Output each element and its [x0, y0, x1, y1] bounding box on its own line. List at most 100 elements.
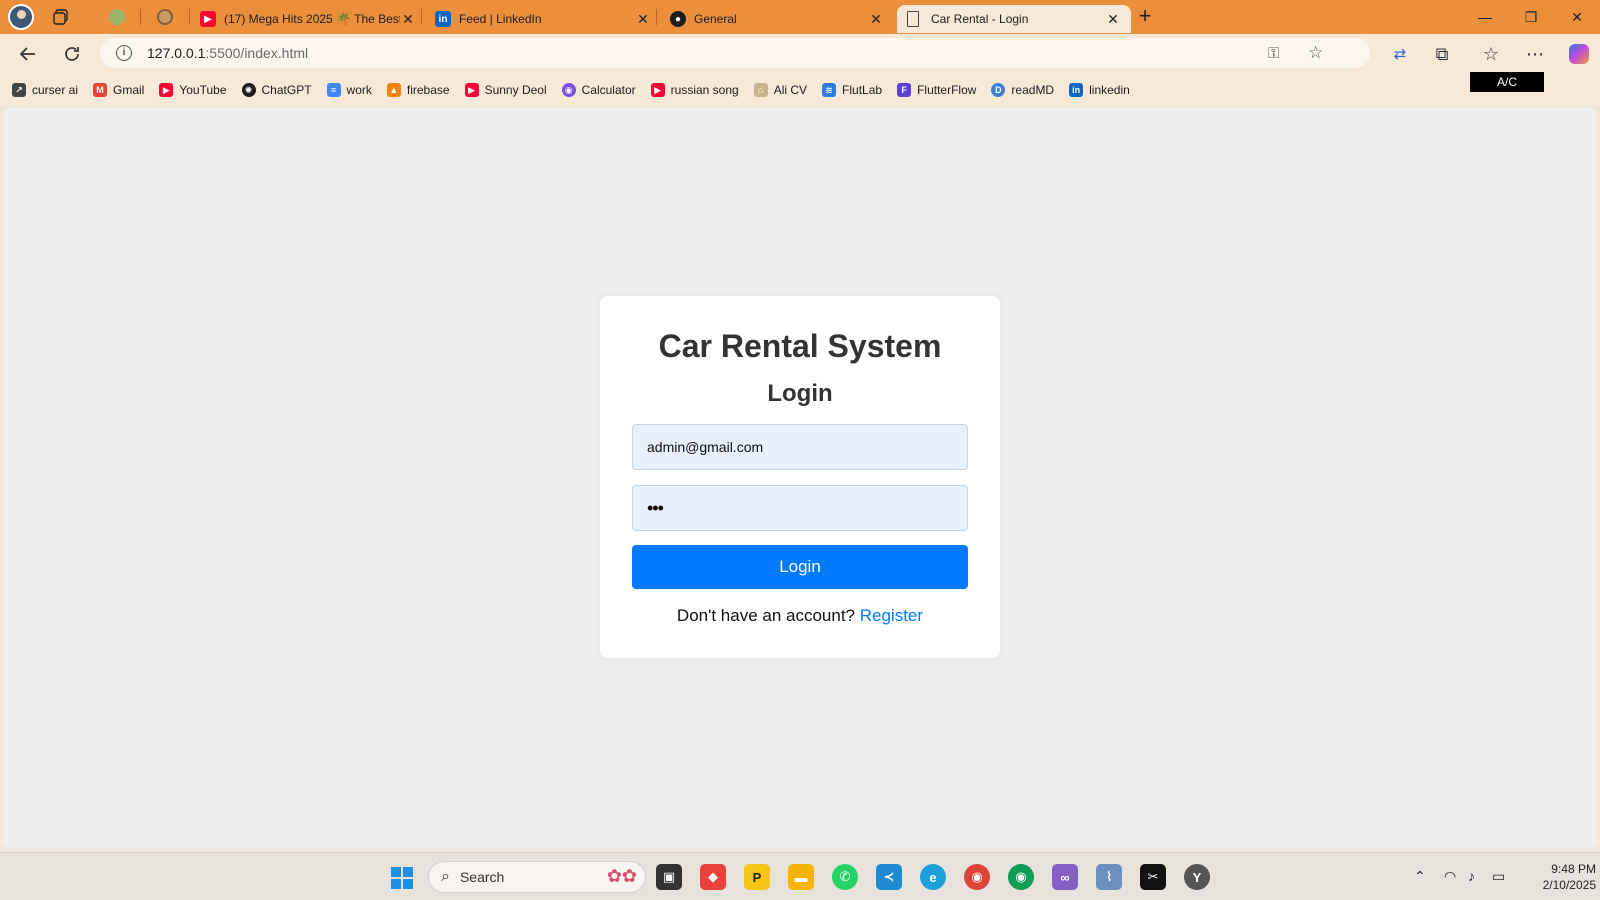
start-button[interactable]: [391, 867, 413, 889]
bookmark-linkedin[interactable]: in linkedin: [1069, 83, 1130, 97]
refresh-icon: [65, 47, 79, 61]
login-button[interactable]: Login: [632, 545, 968, 589]
clock-date: 2/10/2025: [1542, 878, 1596, 892]
copilot-logo: [1569, 44, 1589, 64]
profile-avatar[interactable]: [8, 4, 34, 30]
taskbar-search[interactable]: ⌕ Search ✿✿: [428, 861, 646, 893]
bookmark-sunny-deol[interactable]: ▶ Sunny Deol: [464, 83, 547, 97]
address-bar[interactable]: i 127.0.0.1:5500/index.html ⚿ ☆: [100, 38, 1370, 68]
url-text[interactable]: 127.0.0.1:5500/index.html: [147, 45, 308, 61]
favorites-icon[interactable]: ☆: [1477, 41, 1505, 67]
firebase-icon: ▲: [386, 83, 401, 97]
search-highlight-icon: ✿✿: [606, 866, 637, 886]
pinned-site-icon: [157, 9, 173, 25]
close-icon[interactable]: ✕: [1105, 11, 1121, 28]
page-title: Car Rental System: [658, 328, 942, 364]
register-prompt: Don't have an account? Register: [600, 606, 1000, 626]
github-icon: ●: [670, 11, 686, 27]
restore-button[interactable]: ❐: [1508, 0, 1554, 34]
pinned-site-icon: [109, 9, 125, 25]
key-icon[interactable]: ⚿: [1268, 45, 1279, 62]
youtube-icon: ▶: [200, 11, 216, 27]
performance-monitor-icon[interactable]: ⌇: [1096, 864, 1122, 890]
bookmark-curser-ai[interactable]: ↗ curser ai: [12, 83, 78, 97]
tab-divider: [421, 9, 422, 25]
battery-icon[interactable]: ▭: [1492, 868, 1505, 885]
tab-title: (17) Mega Hits 2025 🌴 The Best: [224, 12, 400, 26]
vscode-icon[interactable]: ≺: [876, 864, 902, 890]
bookmark-russian-song[interactable]: ▶ russian song: [650, 83, 739, 97]
chrome-profile-icon[interactable]: ◉: [1008, 864, 1034, 890]
tab-title: General: [694, 12, 737, 26]
task-view-icon[interactable]: ▣: [656, 864, 682, 890]
bookmark-label: work: [346, 83, 372, 97]
linkedin-icon: in: [435, 11, 451, 27]
visual-studio-icon[interactable]: ∞: [1052, 864, 1078, 890]
bookmark-label: Gmail: [113, 83, 145, 97]
minimize-button[interactable]: —: [1462, 0, 1508, 34]
bookmark-calculator[interactable]: ◉ Calculator: [561, 83, 636, 97]
bookmark-flutlab[interactable]: ≋ FlutLab: [822, 83, 882, 97]
show-hidden-icons-icon[interactable]: ⌃: [1414, 868, 1426, 885]
site-info-icon[interactable]: i: [116, 45, 132, 61]
tab-divider: [140, 9, 141, 25]
favorite-star-icon[interactable]: ☆: [1308, 43, 1323, 63]
register-link[interactable]: Register: [860, 606, 923, 625]
edge-icon[interactable]: e: [920, 864, 946, 890]
capcut-icon[interactable]: ✂: [1140, 864, 1166, 890]
copilot-icon[interactable]: [1565, 41, 1593, 67]
close-window-button[interactable]: ✕: [1554, 0, 1600, 34]
tab-car-rental[interactable]: Car Rental - Login ✕: [897, 5, 1131, 33]
workspaces-icon[interactable]: [52, 8, 70, 26]
bookmark-gmail[interactable]: M Gmail: [93, 83, 144, 97]
email-field[interactable]: [632, 424, 968, 470]
whatsapp-icon[interactable]: ✆: [832, 864, 858, 890]
refresh-button[interactable]: [58, 41, 86, 67]
tab-github[interactable]: ● General ✕: [660, 5, 894, 33]
bookmark-firebase[interactable]: ▲ firebase: [386, 83, 450, 97]
pos-app-icon[interactable]: P: [744, 864, 770, 890]
bookmark-label: russian song: [670, 83, 739, 97]
bookmark-label: Calculator: [581, 83, 636, 97]
close-icon[interactable]: ✕: [868, 11, 884, 28]
tab-linkedin[interactable]: in Feed | LinkedIn ✕: [425, 5, 661, 33]
bookmark-ali-cv[interactable]: ⌂ Ali CV: [753, 83, 807, 97]
password-field[interactable]: [632, 485, 968, 531]
bookmark-label: linkedin: [1089, 83, 1130, 97]
translate-icon[interactable]: ⇄: [1386, 41, 1414, 67]
tab-youtube[interactable]: ▶ (17) Mega Hits 2025 🌴 The Best ✕: [190, 5, 426, 33]
back-button[interactable]: [14, 41, 42, 67]
wifi-icon[interactable]: ◠: [1444, 868, 1456, 885]
login-heading: Login: [767, 380, 833, 407]
windows-logo-pane: [403, 867, 413, 877]
back-arrow-icon: [19, 47, 35, 61]
bookmark-readmd[interactable]: DreadMD: [991, 83, 1054, 97]
page-icon: [907, 11, 919, 27]
file-explorer-icon[interactable]: ▬: [788, 864, 814, 890]
close-icon[interactable]: ✕: [635, 11, 651, 28]
bookmark-label: YouTube: [179, 83, 227, 97]
flutlab-icon: ≋: [822, 83, 837, 97]
pinned-tab-1[interactable]: [97, 5, 137, 29]
more-options-icon[interactable]: ⋯: [1521, 41, 1549, 67]
extensions-icon[interactable]: ⧉: [1428, 41, 1456, 67]
bookmark-label: curser ai: [32, 83, 79, 97]
close-icon[interactable]: ✕: [400, 11, 416, 28]
bookmark-label: readMD: [1011, 83, 1055, 97]
yandex-icon[interactable]: Y: [1184, 864, 1210, 890]
anydesk-icon[interactable]: ◆: [700, 864, 726, 890]
system-clock[interactable]: 9:48 PM 2/10/2025: [1512, 861, 1596, 893]
bookmark-chatgpt[interactable]: ✺ ChatGPT: [241, 83, 312, 97]
bookmark-work[interactable]: ≡ work: [326, 83, 372, 97]
cv-icon: ⌂: [753, 83, 768, 97]
register-prompt-text: Don't have an account?: [676, 606, 856, 625]
bookmark-flutterflow[interactable]: F FlutterFlow: [897, 83, 976, 97]
pinned-tab-2[interactable]: [145, 5, 185, 29]
chrome-icon[interactable]: ◉: [964, 864, 990, 890]
bookmark-label: FlutLab: [842, 83, 883, 97]
bookmark-youtube[interactable]: ▶ YouTube: [159, 83, 227, 97]
taskbar: ⌕ Search ✿✿ ▣ ◆ P ▬ ✆ ≺ e ◉ ◉ ∞ ⌇ ✂ Y ⌃ …: [0, 852, 1600, 900]
volume-icon[interactable]: ♪: [1468, 868, 1475, 884]
new-tab-button[interactable]: +: [1133, 5, 1157, 29]
bookmark-label: FlutterFlow: [917, 83, 977, 97]
